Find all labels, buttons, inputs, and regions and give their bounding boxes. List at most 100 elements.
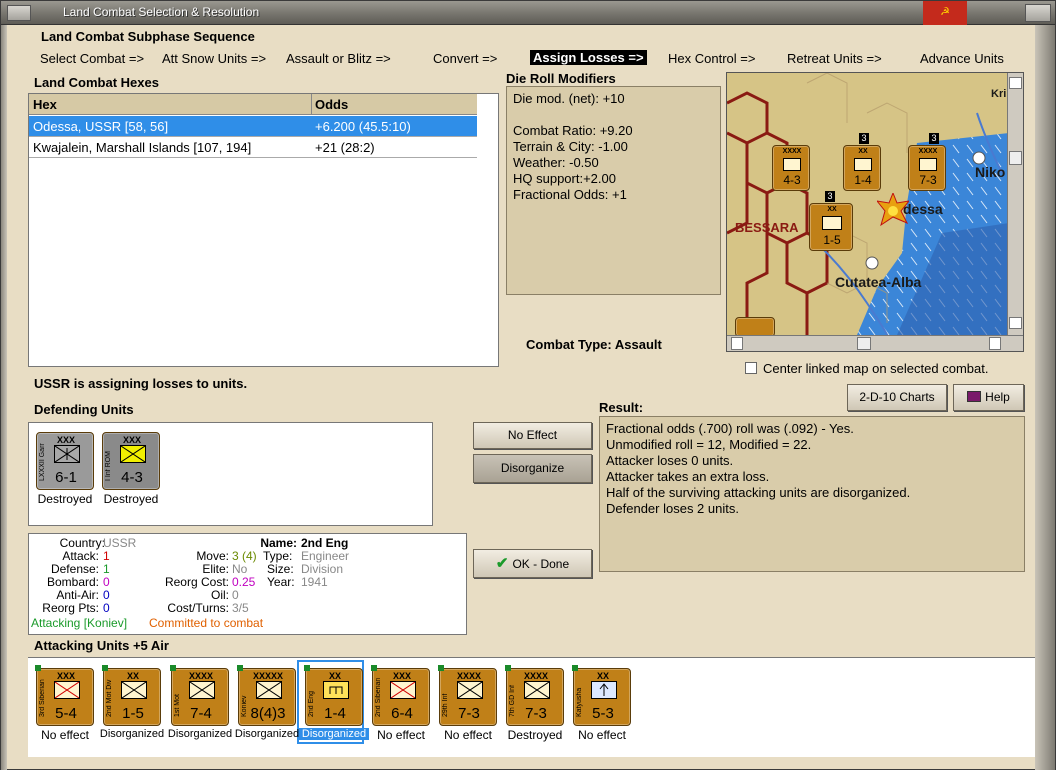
move-label: Move: (196, 549, 229, 563)
defending-unit[interactable]: XXX LXXXII Garr 6-1 (36, 432, 94, 490)
attacking-unit[interactable]: XX 2nd Eng 1-4 (304, 665, 363, 726)
unit-strength: 1-5 (122, 705, 144, 722)
unit-status: No effect (41, 728, 89, 742)
hex-odds: +6.200 (45.5:10) (315, 119, 411, 134)
help-book-icon (967, 391, 982, 402)
defending-units-box: XXX LXXXII Garr 6-1 Destroyed XXX I Inf … (28, 422, 433, 526)
infantry-symbol-icon (54, 681, 80, 699)
type-value: Engineer (301, 549, 350, 563)
unit-status: Disorganized (234, 728, 300, 740)
hex-name: Kwajalein, Marshall Islands [107, 194] (33, 140, 252, 155)
column-odds[interactable]: Odds (315, 97, 348, 112)
attacking-unit[interactable]: XXX 2nd Siberian 6-4 (371, 665, 430, 726)
center-map-option[interactable]: Center linked map on selected combat. (745, 361, 988, 376)
unit-strength: 5-3 (592, 705, 614, 722)
type-label: Type: (263, 549, 293, 563)
step-att-snow-units: Att Snow Units => (162, 51, 267, 66)
scroll-up-arrow[interactable] (1009, 77, 1022, 89)
infantry-symbol-icon (121, 681, 147, 699)
unit-strength: 7-4 (190, 705, 212, 722)
result-line: Fractional odds (.700) roll was (.092) -… (606, 421, 854, 436)
stack-count: 3 (929, 133, 939, 144)
unit-status: Destroyed (507, 728, 563, 742)
attacking-unit[interactable]: XXXX 1st Mot 7-4 (170, 665, 229, 726)
unit-strength: 6-4 (391, 705, 413, 722)
attacking-unit[interactable]: XXX 3rd Siberian 5-4 (35, 665, 94, 726)
combat-window: Land Combat Selection & Resolution ☭ Lan… (0, 0, 1056, 770)
checkmark-icon: ✔ (495, 555, 509, 572)
map-label-niko: Niko (975, 164, 1005, 180)
defense-label: Defense: (50, 562, 99, 576)
help-button[interactable]: Help (953, 384, 1024, 411)
map-counter[interactable] (735, 317, 775, 337)
unit-strength: 1-4 (324, 705, 346, 722)
status-text: USSR is assigning losses to units. (34, 376, 248, 391)
reorg-cost-label: Reorg Cost: (164, 575, 229, 589)
unit-status: Destroyed (37, 492, 93, 506)
map-terrain: BESSARA dessa Cutatea-Alba Niko Kri (727, 73, 1009, 335)
scroll-thumb[interactable] (857, 337, 871, 350)
scroll-left-arrow[interactable] (731, 337, 743, 350)
scroll-thumb[interactable] (1009, 151, 1022, 165)
map-label-kri: Kri (991, 88, 1006, 100)
scroll-right-arrow[interactable] (989, 337, 1001, 350)
combat-type-label: Combat Type: (526, 337, 612, 352)
unit-status: Disorganized (167, 728, 233, 740)
ok-done-button[interactable]: ✔ OK - Done (473, 549, 592, 578)
engineer-symbol-icon (323, 681, 349, 699)
attacking-unit[interactable]: XXXX 29th Inf 7-3 (438, 665, 497, 726)
attack-value: 1 (103, 549, 110, 563)
antiair-value: 0 (103, 588, 110, 602)
defending-unit[interactable]: XXX I Inf ROM 4-3 (102, 432, 160, 490)
map-counter[interactable]: XXXX 7-3 (908, 145, 946, 191)
step-advance-units: Advance Units (920, 51, 1004, 66)
attacking-unit[interactable]: XX 2nd Mot Div 1-5 (102, 665, 161, 726)
attacking-unit[interactable]: XXXXX Koniev 8(4)3 (237, 665, 296, 726)
window-title: Land Combat Selection & Resolution (63, 5, 260, 19)
attacking-unit[interactable]: XX Katyusha 5-3 (572, 665, 631, 726)
map-horizontal-scrollbar[interactable] (727, 335, 1023, 351)
unit-status: No effect (377, 728, 425, 742)
bombard-value: 0 (103, 575, 110, 589)
scroll-down-arrow[interactable] (1009, 317, 1022, 329)
system-menu-icon[interactable] (7, 5, 31, 21)
disorganize-button[interactable]: Disorganize (473, 454, 592, 483)
charts-button[interactable]: 2-D-10 Charts (847, 384, 947, 411)
title-bar: Land Combat Selection & Resolution ☭ (1, 1, 1055, 25)
modifier-line: Fractional Odds: +1 (513, 187, 627, 202)
linked-map[interactable]: BESSARA dessa Cutatea-Alba Niko Kri XXXX… (726, 72, 1024, 352)
map-counter[interactable]: XX 1-5 (809, 203, 853, 251)
combat-type-value: Assault (614, 337, 662, 352)
map-counter[interactable]: XX 1-4 (843, 145, 881, 191)
no-effect-button[interactable]: No Effect (473, 422, 592, 449)
center-map-checkbox[interactable] (745, 362, 757, 374)
center-map-label: Center linked map on selected combat. (763, 361, 989, 376)
infantry-symbol-icon (524, 681, 550, 699)
hexes-title: Land Combat Hexes (34, 75, 159, 90)
modifier-line: HQ support:+2.00 (513, 171, 616, 186)
combat-hex-list[interactable]: Hex Odds Odessa, USSR [58, 56] +6.200 (4… (28, 93, 499, 367)
close-button[interactable] (1025, 4, 1051, 22)
step-select-combat: Select Combat => (40, 51, 145, 66)
unit-info-panel: Country: USSR Attack: 1 Defense: 1 Bomba… (28, 533, 467, 635)
infantry-symbol-icon (457, 681, 483, 699)
hex-row-kwajalein[interactable]: Kwajalein, Marshall Islands [107, 194] +… (29, 137, 477, 158)
unit-strength: 7-3 (458, 705, 480, 722)
result-line: Half of the surviving attacking units ar… (606, 485, 911, 500)
ok-done-label: OK - Done (512, 557, 570, 571)
column-hex[interactable]: Hex (33, 97, 57, 112)
soviet-flag-icon: ☭ (923, 1, 967, 25)
map-counter[interactable]: XXXX 4-3 (772, 145, 810, 191)
sequence-title: Land Combat Subphase Sequence (41, 29, 255, 44)
reorg-cost-value: 0.25 (232, 575, 256, 589)
unit-status: Disorganized (99, 728, 165, 740)
unit-strength: 7-3 (525, 705, 547, 722)
infantry-symbol-icon (256, 681, 282, 699)
map-vertical-scrollbar[interactable] (1007, 73, 1023, 335)
hex-row-odessa[interactable]: Odessa, USSR [58, 56] +6.200 (45.5:10) (29, 116, 477, 137)
die-roll-modifiers: Die mod. (net): +10 Combat Ratio: +9.20 … (506, 86, 721, 295)
antiair-label: Anti-Air: (56, 588, 99, 602)
result-line: Unmodified roll = 12, Modified = 22. (606, 437, 812, 452)
hex-list-header: Hex Odds (29, 94, 477, 115)
attacking-unit[interactable]: XXXX 7th GD Inf 7-3 (505, 665, 564, 726)
